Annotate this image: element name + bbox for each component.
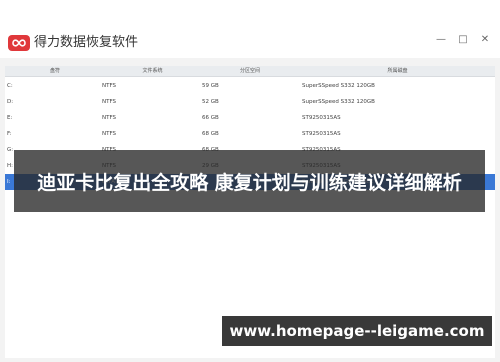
website-watermark: www.homepage--leigame.com	[222, 316, 492, 346]
cell-size: 66 GB	[202, 115, 219, 121]
table-row[interactable]: D: NTFS 52 GB SuperSSpeed S332 120GB	[5, 94, 495, 110]
table-header: 盘符 文件系统 分区空间 所属磁盘	[5, 66, 495, 77]
title-bar: 得力数据恢复软件 — □ ✕	[0, 0, 500, 58]
cell-drive: I:	[7, 179, 11, 185]
window-controls: — □ ✕	[436, 34, 490, 46]
cell-filesystem: NTFS	[102, 83, 117, 89]
cell-disk: ST9250315AS	[302, 131, 341, 137]
cell-filesystem: NTFS	[102, 131, 117, 137]
cell-drive: C:	[7, 83, 13, 89]
headline-banner: 迪亚卡比复出全攻略 康复计划与训练建议详细解析	[14, 150, 485, 212]
app-logo	[8, 35, 30, 51]
table-row[interactable]: C: NTFS 59 GB SuperSSpeed S332 120GB	[5, 78, 495, 94]
partition-table: 盘符 文件系统 分区空间 所属磁盘 C: NTFS 59 GB SuperSSpeed…	[5, 66, 495, 358]
cell-drive: F:	[7, 131, 12, 137]
app-window: 得力数据恢复软件 — □ ✕ 盘符 文件系统 分区空间 所属磁盘 C: NTFS 5…	[0, 0, 500, 362]
minimize-icon[interactable]: —	[436, 34, 446, 46]
infinity-logo-icon	[12, 39, 26, 47]
cell-drive: D:	[7, 99, 14, 105]
table-row[interactable]: E: NTFS 66 GB ST9250315AS	[5, 110, 495, 126]
cell-disk: SuperSSpeed S332 120GB	[302, 83, 375, 89]
cell-size: 68 GB	[202, 131, 219, 137]
cell-drive: G:	[7, 147, 14, 153]
column-header-disk[interactable]: 所属磁盘	[300, 67, 495, 75]
cell-size: 52 GB	[202, 99, 219, 105]
cell-size: 59 GB	[202, 83, 219, 89]
cell-drive: H:	[7, 163, 13, 169]
cell-filesystem: NTFS	[102, 99, 117, 105]
cell-drive: E:	[7, 115, 13, 121]
column-header-size[interactable]: 分区空间	[200, 67, 300, 75]
app-title: 得力数据恢复软件	[34, 35, 139, 50]
column-header-filesystem[interactable]: 文件系统	[105, 67, 200, 75]
cell-filesystem: NTFS	[102, 115, 117, 121]
table-row[interactable]: F: NTFS 68 GB ST9250315AS	[5, 126, 495, 142]
maximize-icon[interactable]: □	[458, 34, 468, 46]
close-icon[interactable]: ✕	[480, 34, 490, 46]
cell-disk: ST9250315AS	[302, 115, 341, 121]
column-header-drive[interactable]: 盘符	[5, 67, 105, 75]
website-url: www.homepage--leigame.com	[229, 322, 485, 340]
headline-text: 迪亚卡比复出全攻略 康复计划与训练建议详细解析	[37, 171, 462, 194]
cell-disk: SuperSSpeed S332 120GB	[302, 99, 375, 105]
